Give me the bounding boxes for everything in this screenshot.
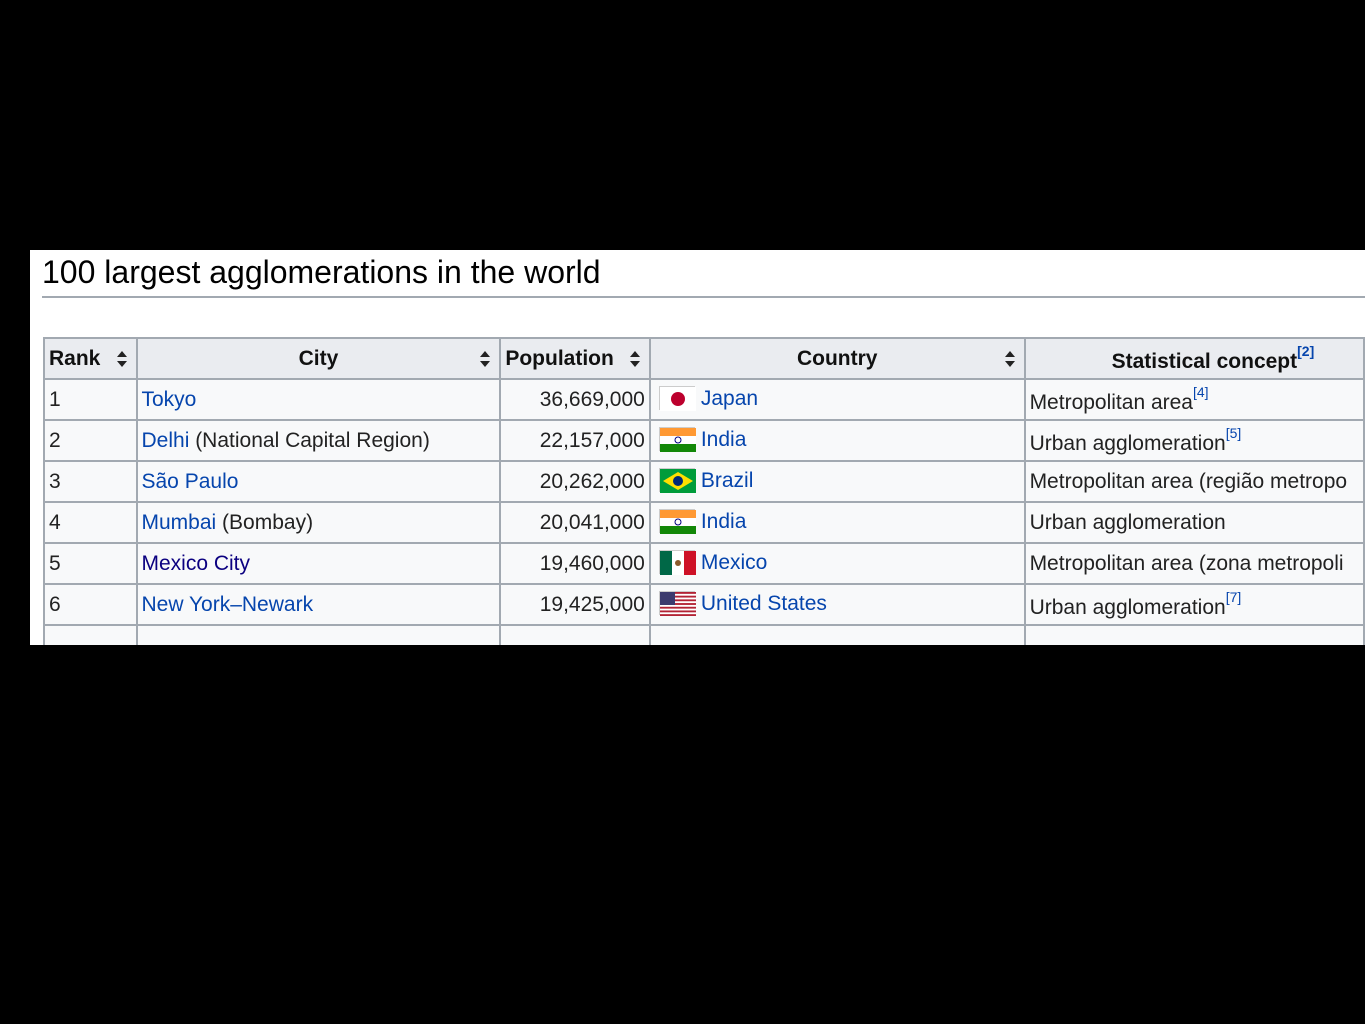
column-header-label: Population bbox=[505, 346, 614, 370]
table-row: 5 Mexico City 19,460,000 Mexico Metropolitan… bbox=[43, 542, 1365, 585]
rank-value: 6 bbox=[49, 592, 61, 616]
city-link[interactable]: São Paulo bbox=[142, 470, 239, 493]
city-link[interactable]: New York–Newark bbox=[142, 593, 314, 616]
concept-cell: Urban agglomeration bbox=[1023, 501, 1365, 544]
concept-value: Urban agglomeration bbox=[1029, 510, 1226, 534]
city-link[interactable]: Mexico City bbox=[142, 552, 251, 575]
country-link[interactable]: Mexico bbox=[701, 551, 768, 574]
population-cell: 19,460,000 bbox=[499, 542, 651, 585]
city-cell: New York–Newark bbox=[135, 583, 502, 626]
sort-icon[interactable] bbox=[116, 350, 128, 368]
population-value: 19,425,000 bbox=[539, 592, 645, 616]
agglomerations-table: Rank City Population Country Statistical… bbox=[43, 337, 1365, 645]
concept-cell: Urban agglomeration[7] bbox=[1023, 583, 1365, 626]
country-link[interactable]: Japan bbox=[701, 387, 758, 410]
concept-value: Urban agglomeration bbox=[1029, 432, 1226, 455]
population-cell: 36,669,000 bbox=[499, 378, 651, 421]
population-cell: 20,041,000 bbox=[499, 501, 651, 544]
sort-icon[interactable] bbox=[629, 350, 641, 368]
rank-cell: 3 bbox=[43, 460, 138, 503]
rank-value: 5 bbox=[49, 551, 61, 575]
country-link[interactable]: India bbox=[701, 510, 747, 533]
city-cell: Mexico City bbox=[135, 542, 502, 585]
table-row: 6 New York–Newark 19,425,000 United States U… bbox=[43, 583, 1365, 626]
concept-value: Metropolitan area bbox=[1029, 391, 1193, 414]
country-cell: Mexico bbox=[648, 542, 1026, 585]
column-header-label: Statistical concept bbox=[1111, 350, 1298, 373]
reference-link[interactable]: [4] bbox=[1193, 384, 1209, 400]
country-link[interactable]: United States bbox=[701, 592, 827, 615]
reference-link[interactable]: [2] bbox=[1297, 343, 1314, 359]
country-link[interactable]: Brazil bbox=[701, 469, 754, 492]
country-cell: India bbox=[648, 501, 1026, 544]
population-value: 20,262,000 bbox=[539, 469, 645, 493]
usa-flag bbox=[658, 590, 696, 616]
table-row: 3 São Paulo 20,262,000 Brazil Metropolitan a… bbox=[43, 460, 1365, 503]
city-link[interactable]: Tokyo bbox=[142, 388, 197, 411]
rank-cell: 1 bbox=[43, 378, 138, 421]
concept-value: Urban agglomeration bbox=[1029, 596, 1226, 619]
city-note: (Bombay) bbox=[216, 510, 314, 534]
population-value: 36,669,000 bbox=[539, 387, 645, 411]
concept-cell: Urban agglomeration[5] bbox=[1023, 419, 1365, 462]
table-row: 1 Tokyo 36,669,000 Japan Metropolitan area[4… bbox=[43, 378, 1365, 421]
rank-value: 1 bbox=[49, 387, 61, 411]
rank-cell: 4 bbox=[43, 501, 138, 544]
rank-cell: 6 bbox=[43, 583, 138, 626]
table-header-row: Rank City Population Country Statistical… bbox=[43, 337, 1365, 380]
city-cell: São Paulo bbox=[135, 460, 502, 503]
city-link[interactable]: Mumbai bbox=[142, 511, 217, 534]
population-value: 22,157,000 bbox=[539, 428, 645, 452]
table-row: 4 Mumbai (Bombay) 20,041,000 India Urban agg… bbox=[43, 501, 1365, 544]
japan-flag bbox=[658, 385, 696, 411]
column-header-label: Country bbox=[796, 346, 878, 370]
concept-cell: Metropolitan area[4] bbox=[1023, 378, 1365, 421]
column-header-country[interactable]: Country bbox=[648, 337, 1026, 380]
india-flag bbox=[658, 426, 696, 452]
country-link[interactable]: India bbox=[701, 428, 747, 451]
table-row: 2 Delhi (National Capital Region) 22,157,0… bbox=[43, 419, 1365, 462]
column-header-rank[interactable]: Rank bbox=[43, 337, 138, 380]
city-cell: Delhi (National Capital Region) bbox=[135, 419, 502, 462]
india-flag bbox=[658, 508, 696, 534]
section-heading: 100 largest agglomerations in the world bbox=[42, 252, 1365, 298]
column-header-concept[interactable]: Statistical concept[2] bbox=[1023, 337, 1365, 380]
rank-value: 4 bbox=[49, 510, 61, 534]
mexico-flag bbox=[658, 549, 696, 575]
population-cell: 22,157,000 bbox=[499, 419, 651, 462]
rank-cell: 2 bbox=[43, 419, 138, 462]
reference-link[interactable]: [5] bbox=[1226, 425, 1242, 441]
column-header-city[interactable]: City bbox=[135, 337, 502, 380]
rank-cell: 5 bbox=[43, 542, 138, 585]
reference-link[interactable]: [7] bbox=[1226, 589, 1242, 605]
population-value: 20,041,000 bbox=[539, 510, 645, 534]
population-cell: 19,425,000 bbox=[499, 583, 651, 626]
sort-icon[interactable] bbox=[479, 350, 491, 368]
rank-value: 2 bbox=[49, 428, 61, 452]
population-value: 19,460,000 bbox=[539, 551, 645, 575]
city-link[interactable]: Delhi bbox=[142, 429, 190, 452]
city-note: (National Capital Region) bbox=[189, 428, 430, 452]
column-header-label: City bbox=[298, 346, 339, 370]
country-cell: United States bbox=[648, 583, 1026, 626]
article-section: 100 largest agglomerations in the world … bbox=[30, 250, 1365, 645]
concept-value: Metropolitan area (região metropo bbox=[1029, 469, 1348, 493]
country-cell: Japan bbox=[648, 378, 1026, 421]
country-cell: India bbox=[648, 419, 1026, 462]
column-header-label: Rank bbox=[49, 346, 101, 370]
city-cell: Mumbai (Bombay) bbox=[135, 501, 502, 544]
rank-value: 3 bbox=[49, 469, 61, 493]
population-cell: 20,262,000 bbox=[499, 460, 651, 503]
city-cell: Tokyo bbox=[135, 378, 502, 421]
country-cell: Brazil bbox=[648, 460, 1026, 503]
concept-cell: Metropolitan area (região metropo bbox=[1023, 460, 1365, 503]
concept-cell: Metropolitan area (zona metropoli bbox=[1023, 542, 1365, 585]
column-header-population[interactable]: Population bbox=[499, 337, 651, 380]
sort-icon[interactable] bbox=[1004, 350, 1016, 368]
concept-value: Metropolitan area (zona metropoli bbox=[1029, 551, 1344, 575]
table-row bbox=[43, 624, 1365, 645]
brazil-flag bbox=[658, 467, 696, 493]
